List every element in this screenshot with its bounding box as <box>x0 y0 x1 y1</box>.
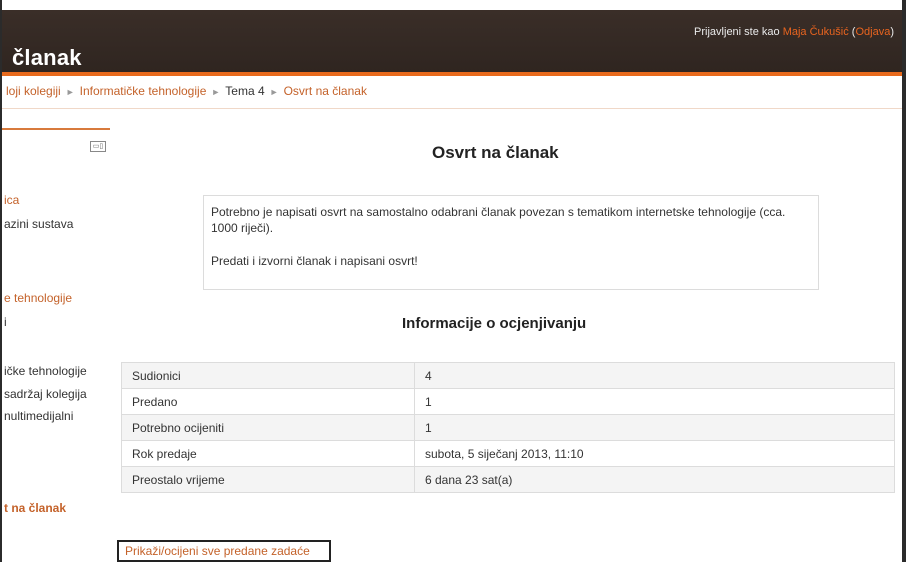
intro-paragraph-1: Potrebno je napisati osvrt na samostalno… <box>211 205 786 235</box>
row-value-time-remaining: 6 dana 23 sat(a) <box>414 466 895 493</box>
assignment-title: Osvrt na članak <box>432 143 559 162</box>
row-value-needs-grading: 1 <box>414 414 895 441</box>
page-header: članak <box>2 10 902 72</box>
table-row: Potrebno ocijeniti 1 <box>121 414 895 441</box>
table-row: Rok predaje subota, 5 siječanj 2013, 11:… <box>121 440 895 467</box>
sidebar-item-current-assignment[interactable]: t na članak <box>4 501 66 515</box>
sidebar-item-system-pages[interactable]: azini sustava <box>4 217 73 231</box>
row-label-due-date: Rok predaje <box>121 440 415 467</box>
table-row: Predano 1 <box>121 388 895 415</box>
sidebar-item-course-content[interactable]: sadržaj kolegija <box>4 387 87 401</box>
grading-info-title: Informacije o ocjenjivanju <box>402 315 587 332</box>
breadcrumb-separator: ► <box>65 87 75 97</box>
row-value-due-date: subota, 5 siječanj 2013, 11:10 <box>414 440 895 467</box>
breadcrumb-item-my-courses[interactable]: loji kolegiji <box>6 84 61 98</box>
breadcrumb-divider <box>2 108 902 109</box>
sidebar-item-informatics[interactable]: ičke tehnologije <box>4 364 87 378</box>
table-row: Preostalo vrijeme 6 dana 23 sat(a) <box>121 466 895 493</box>
logout-link[interactable]: Odjava <box>855 26 890 38</box>
sidebar-item-home[interactable]: ica <box>4 193 19 207</box>
window-border-left <box>0 0 2 562</box>
login-prefix: Prijavljeni ste kao <box>694 26 783 38</box>
grading-summary-table: Sudionici 4 Predano 1 Potrebno ocijeniti… <box>121 362 895 493</box>
sidebar-item-course[interactable]: e tehnologije <box>4 291 72 305</box>
intro-paragraph-2: Predati i izvorni članak i napisani osvr… <box>211 254 418 268</box>
view-all-submissions-box: Prikaži/ocijeni sve predane zadaće <box>117 540 331 562</box>
window-border-right <box>902 0 906 562</box>
user-profile-link[interactable]: Maja Čukušić <box>783 26 849 38</box>
table-row: Sudionici 4 <box>121 362 895 389</box>
breadcrumb-item-current[interactable]: Osvrt na članak <box>284 84 367 98</box>
row-label-needs-grading: Potrebno ocijeniti <box>121 414 415 441</box>
row-value-submitted: 1 <box>414 388 895 415</box>
row-value-participants: 4 <box>414 362 895 389</box>
header-accent-bar <box>2 72 902 76</box>
page-heading: članak <box>12 45 82 70</box>
logout-close-paren: ) <box>890 26 894 38</box>
sidebar-item-multimedia[interactable]: nultimedijalni <box>4 409 73 423</box>
breadcrumb-item-course[interactable]: Informatičke tehnologije <box>80 84 207 98</box>
sidebar-item-participants[interactable]: i <box>4 315 7 329</box>
login-info: Prijavljeni ste kao Maja Čukušić (Odjava… <box>694 26 894 38</box>
dock-icon[interactable]: ▭▯ <box>90 141 106 152</box>
breadcrumb-separator: ► <box>269 87 279 97</box>
assignment-intro-box: Potrebno je napisati osvrt na samostalno… <box>203 195 819 290</box>
row-label-participants: Sudionici <box>121 362 415 389</box>
row-label-submitted: Predano <box>121 388 415 415</box>
top-strip <box>0 0 906 10</box>
breadcrumb-separator: ► <box>211 87 221 97</box>
breadcrumb: loji kolegiji ► Informatičke tehnologije ► T… <box>6 84 367 98</box>
sidebar-block-header-line <box>2 128 110 130</box>
row-label-time-remaining: Preostalo vrijeme <box>121 466 415 493</box>
breadcrumb-item-topic[interactable]: Tema 4 <box>225 84 264 98</box>
view-grade-all-submissions-link[interactable]: Prikaži/ocijeni sve predane zadaće <box>125 544 310 558</box>
